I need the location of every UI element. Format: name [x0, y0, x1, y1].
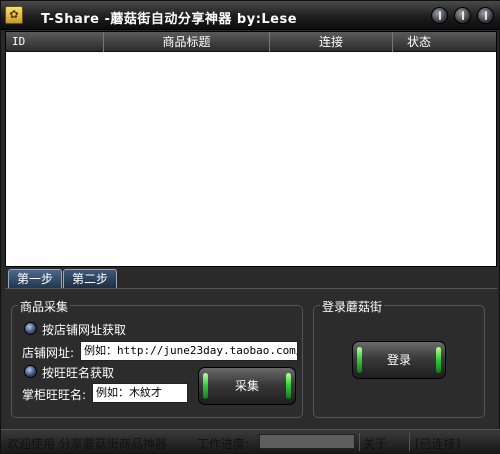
collect-button[interactable]: 采集 — [198, 367, 296, 405]
list-header: ID 商品标题 连接 状态 — [6, 32, 496, 52]
progress-label: 工作进度: — [197, 437, 250, 451]
status-bar: 欢迎使用 分享蘑菇街商品神器 工作进度: 关于 [已连接] — [1, 429, 500, 454]
status-message: 欢迎使用 分享蘑菇街商品神器 — [7, 437, 167, 451]
main-window: ✿ T-Share -蘑菇街自动分享神器 by:Lese ID 商品标题 连接 … — [0, 0, 500, 454]
minimize-button[interactable] — [431, 7, 448, 24]
maximize-button[interactable] — [454, 7, 471, 24]
window-title: T-Share -蘑菇街自动分享神器 by:Lese — [41, 12, 298, 27]
product-list[interactable]: ID 商品标题 连接 状态 — [5, 31, 497, 267]
column-title[interactable]: 商品标题 — [104, 32, 270, 52]
status-divider — [359, 433, 360, 451]
mushroom-icon: ✿ — [5, 6, 23, 24]
tab-step-one[interactable]: 第一步 — [8, 269, 62, 288]
login-group-title: 登录蘑菇街 — [320, 298, 385, 315]
collect-group-title: 商品采集 — [18, 298, 71, 315]
radio-by-shop-url-label: 按店铺网址获取 — [42, 323, 127, 337]
collect-group: 商品采集 按店铺网址获取 店铺网址: 例如：http://june23day.t… — [11, 298, 303, 418]
tab-step-two[interactable]: 第二步 — [63, 269, 117, 288]
radio-by-shop-url[interactable] — [24, 322, 37, 335]
login-group: 登录蘑菇街 登录 — [313, 298, 485, 418]
step-one-panel: 商品采集 按店铺网址获取 店铺网址: 例如：http://june23day.t… — [5, 288, 497, 428]
close-button[interactable] — [477, 7, 494, 24]
wangwang-input[interactable]: 例如：木紋才 — [92, 383, 188, 403]
connection-status: [已连接] — [415, 437, 461, 451]
work-progress-bar — [259, 434, 355, 449]
login-button[interactable]: 登录 — [352, 341, 446, 379]
radio-by-wangwang-label: 按旺旺名获取 — [42, 366, 115, 380]
status-divider — [409, 433, 410, 451]
wangwang-label: 掌柜旺旺名: — [22, 388, 87, 402]
shop-url-input[interactable]: 例如：http://june23day.taobao.com/ — [80, 341, 298, 361]
column-status[interactable]: 状态 — [393, 32, 445, 52]
shop-url-label: 店铺网址: — [22, 346, 75, 360]
column-id[interactable]: ID — [6, 32, 104, 52]
column-link[interactable]: 连接 — [270, 32, 393, 52]
radio-by-wangwang[interactable] — [24, 365, 37, 378]
about-link[interactable]: 关于 — [363, 435, 387, 452]
title-bar[interactable]: ✿ T-Share -蘑菇街自动分享神器 by:Lese — [1, 1, 500, 30]
